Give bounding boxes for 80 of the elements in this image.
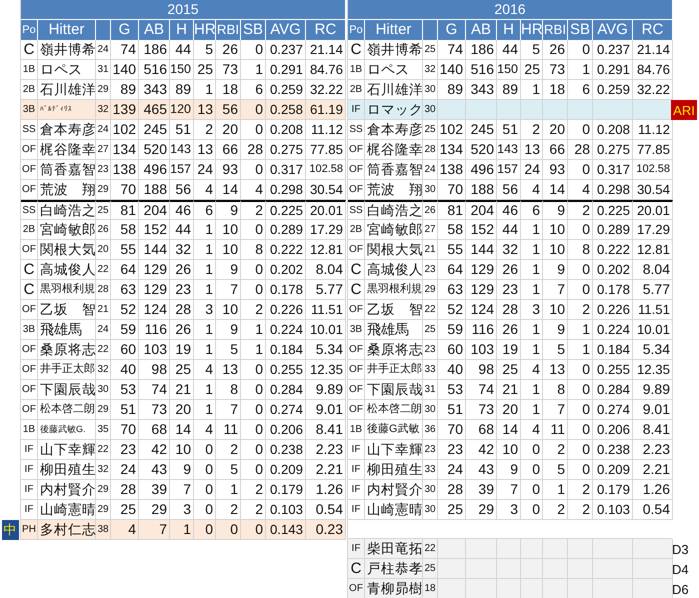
table-cell: 4 xyxy=(241,180,266,200)
column-header: RBI xyxy=(543,20,568,40)
table-cell: 56 xyxy=(497,180,521,200)
draft-note: D3 xyxy=(672,542,689,556)
column-header: HR xyxy=(521,20,543,40)
column-header: H xyxy=(170,20,194,40)
age-cell: 22 xyxy=(423,539,438,559)
table-cell: 3 xyxy=(497,500,521,520)
table-cell: 56 xyxy=(170,180,194,200)
table-cell: 0.54 xyxy=(633,500,673,520)
column-header: AVG xyxy=(266,20,306,40)
table-cell: 188 xyxy=(466,180,497,200)
position-cell: PH xyxy=(21,520,38,540)
table-cell: 7 xyxy=(139,520,170,540)
position-cell: IF xyxy=(348,500,365,520)
team-badge: 中 xyxy=(2,520,18,540)
age-cell: 18 xyxy=(423,579,438,598)
position-cell: IF xyxy=(348,539,365,559)
table-cell: 4 xyxy=(521,180,543,200)
player-name: 荒波 翔 xyxy=(365,180,423,200)
table-cell: 0.298 xyxy=(593,180,633,200)
player-name: 山崎憲晴 xyxy=(365,500,423,520)
table-cell: 0.23 xyxy=(306,520,346,540)
team-badge: ARI xyxy=(671,100,697,120)
column-header: SB xyxy=(241,20,266,40)
table-cell: 0 xyxy=(216,520,241,540)
position-cell: C xyxy=(348,559,365,579)
table-cell: 14 xyxy=(543,180,568,200)
table-cell: 25 xyxy=(438,500,466,520)
table-cell: 0.143 xyxy=(266,520,306,540)
position-cell: OF xyxy=(348,579,365,598)
column-header: Po xyxy=(348,20,365,40)
table-cell: 0 xyxy=(521,500,543,520)
table-cell: 4 xyxy=(111,520,139,540)
table-cell: 0 xyxy=(241,520,266,540)
table-cell: 2 xyxy=(568,500,593,520)
column-header: RBI xyxy=(216,20,241,40)
table-cell: 0.103 xyxy=(593,500,633,520)
table-cell: 2 xyxy=(543,500,568,520)
position-cell: OF xyxy=(348,180,365,200)
table-cell: 1 xyxy=(170,520,194,540)
column-header: SB xyxy=(568,20,593,40)
age-cell: 25 xyxy=(423,559,438,579)
age-cell: 30 xyxy=(423,180,438,200)
column-header: G xyxy=(111,20,139,40)
table-cell: 70 xyxy=(111,180,139,200)
table-cell: 30.54 xyxy=(633,180,673,200)
column-header: G xyxy=(438,20,466,40)
column-header: AB xyxy=(466,20,497,40)
table-cell: 14 xyxy=(216,180,241,200)
position-cell: OF xyxy=(21,180,38,200)
column-header: Hitter xyxy=(365,20,423,40)
table-cell: 188 xyxy=(139,180,170,200)
player-name: 荒波 翔 xyxy=(38,180,96,200)
table-cell: 0.298 xyxy=(266,180,306,200)
player-name: 青柳昴樹 xyxy=(365,579,423,598)
table-cell: 4 xyxy=(568,180,593,200)
year-header: 2016 xyxy=(348,0,672,20)
draft-note: D4 xyxy=(672,562,689,576)
year-header: 2015 xyxy=(21,0,345,20)
age-cell: 30 xyxy=(423,500,438,520)
age-cell: 29 xyxy=(96,180,111,200)
column-header: HR xyxy=(194,20,216,40)
table-cell: 0 xyxy=(194,520,216,540)
table-cell: 4 xyxy=(194,180,216,200)
table-cell: 70 xyxy=(438,180,466,200)
draft-note: D6 xyxy=(672,582,689,596)
player-name: 柴田竜拓 xyxy=(365,539,423,559)
column-header: Po xyxy=(21,20,38,40)
age-cell: 38 xyxy=(96,520,111,540)
player-name: 多村仁志 xyxy=(38,520,96,540)
column-header: RC xyxy=(306,20,346,40)
column-header: AVG xyxy=(593,20,633,40)
table-cell: 29 xyxy=(466,500,497,520)
table-cell: 30.54 xyxy=(306,180,346,200)
column-header: H xyxy=(497,20,521,40)
column-header: AB xyxy=(139,20,170,40)
player-name: 戸柱恭孝 xyxy=(365,559,423,579)
column-header: RC xyxy=(633,20,673,40)
column-header: Hitter xyxy=(38,20,96,40)
